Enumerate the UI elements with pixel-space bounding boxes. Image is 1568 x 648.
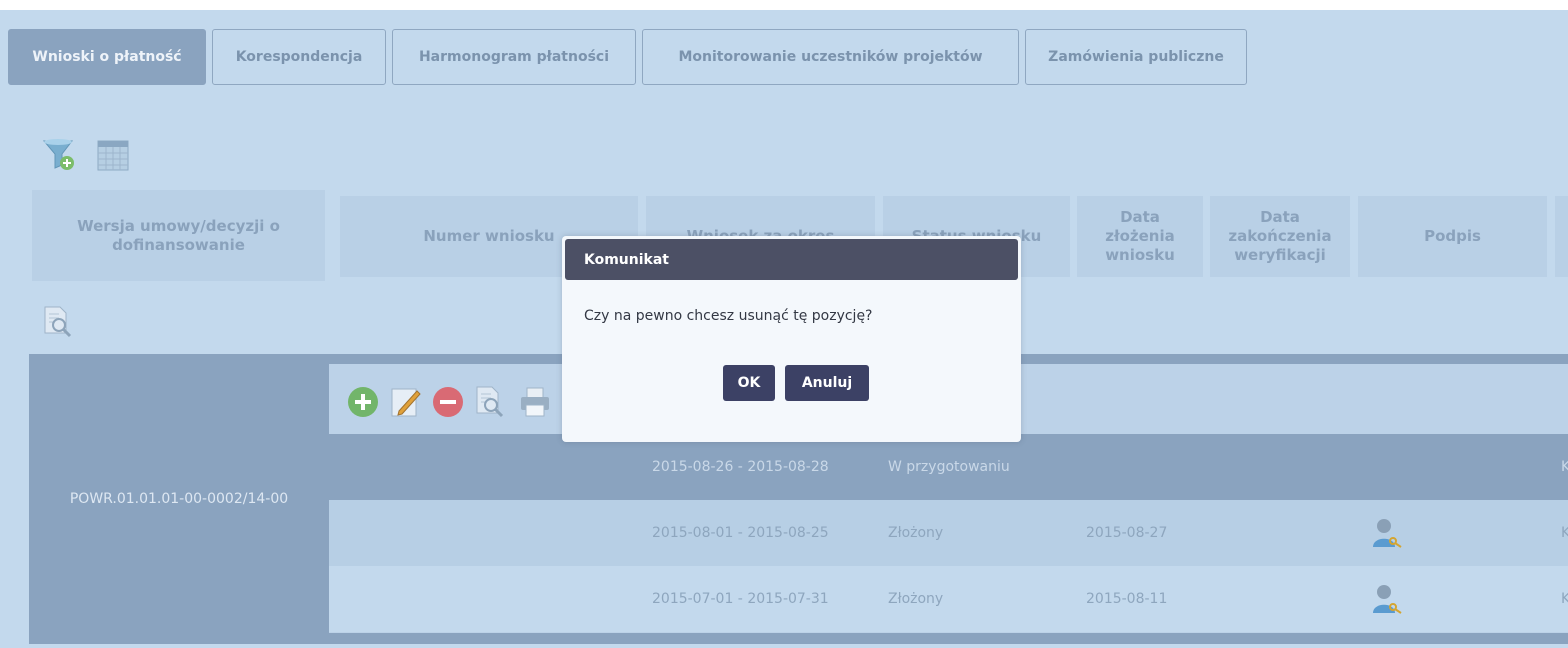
submission-date-cell: 2015-08-27 — [1086, 525, 1168, 541]
dialog-message: Czy na pewno chcesz usunąć tę pozycję? — [584, 308, 873, 324]
filter-add-icon[interactable] — [42, 138, 76, 172]
confirm-dialog: Komunikat Czy na pewno chcesz usunąć tę … — [562, 236, 1021, 442]
tab-wnioski-o-platnosc[interactable]: Wnioski o płatność — [8, 29, 206, 85]
table-columns-icon[interactable] — [97, 140, 129, 172]
preview-icon[interactable] — [42, 305, 76, 339]
header-signature[interactable]: Podpis — [1358, 196, 1547, 277]
edit-icon[interactable] — [389, 385, 423, 419]
table-row[interactable]: 2015-07-01 - 2015-07-31 Złożony 2015-08-… — [329, 566, 1568, 632]
tab-korespondencja[interactable]: Korespondencja — [212, 29, 386, 85]
tab-label: Zamówienia publiczne — [1048, 49, 1224, 65]
tab-label: Monitorowanie uczestników projektów — [678, 49, 983, 65]
tab-label: Wnioski o płatność — [32, 49, 182, 65]
table-row[interactable]: 2015-08-26 - 2015-08-28 W przygotowaniu … — [329, 434, 1568, 500]
dialog-title: Komunikat — [565, 239, 1018, 280]
status-cell: Złożony — [888, 591, 944, 607]
add-icon[interactable] — [346, 385, 380, 419]
period-cell: 2015-07-01 - 2015-07-31 — [652, 591, 829, 607]
period-cell: 2015-08-01 - 2015-08-25 — [652, 525, 829, 541]
tab-label: Harmonogram płatności — [418, 49, 610, 65]
period-cell: 2015-08-26 - 2015-08-28 — [652, 459, 829, 475]
trailing-cell: K — [1561, 525, 1568, 541]
agreement-number-cell: POWR.01.01.01-00-0002/14-00 — [29, 354, 329, 644]
ok-button[interactable]: OK — [723, 365, 775, 401]
print-icon[interactable] — [518, 385, 552, 419]
table-row[interactable]: 2015-08-01 - 2015-08-25 Złożony 2015-08-… — [329, 500, 1568, 566]
cancel-button[interactable]: Anuluj — [785, 365, 869, 401]
tab-harmonogram-platnosci[interactable]: Harmonogram płatności — [392, 29, 636, 85]
header-verification-end-date[interactable]: Data zakończenia weryfikacji — [1210, 196, 1350, 277]
signature-icon[interactable] — [1371, 517, 1403, 549]
trailing-cell: K — [1561, 459, 1568, 475]
header-submission-date[interactable]: Data złożenia wniosku — [1077, 196, 1203, 277]
trailing-cell: K — [1561, 591, 1568, 607]
tab-label: Korespondencja — [235, 49, 363, 65]
status-cell: Złożony — [888, 525, 944, 541]
header-agreement-version[interactable]: Wersja umowy/decyzji o dofinansowanie — [32, 190, 325, 281]
submission-date-cell: 2015-08-11 — [1086, 591, 1168, 607]
tab-monitorowanie-uczestnikow[interactable]: Monitorowanie uczestników projektów — [642, 29, 1019, 85]
status-cell: W przygotowaniu — [888, 459, 1010, 475]
tab-zamowienia-publiczne[interactable]: Zamówienia publiczne — [1025, 29, 1247, 85]
header-more — [1555, 196, 1568, 277]
panel-bottom-border — [329, 633, 1568, 644]
preview-icon[interactable] — [474, 385, 508, 419]
remove-icon[interactable] — [431, 385, 465, 419]
signature-icon[interactable] — [1371, 583, 1403, 615]
